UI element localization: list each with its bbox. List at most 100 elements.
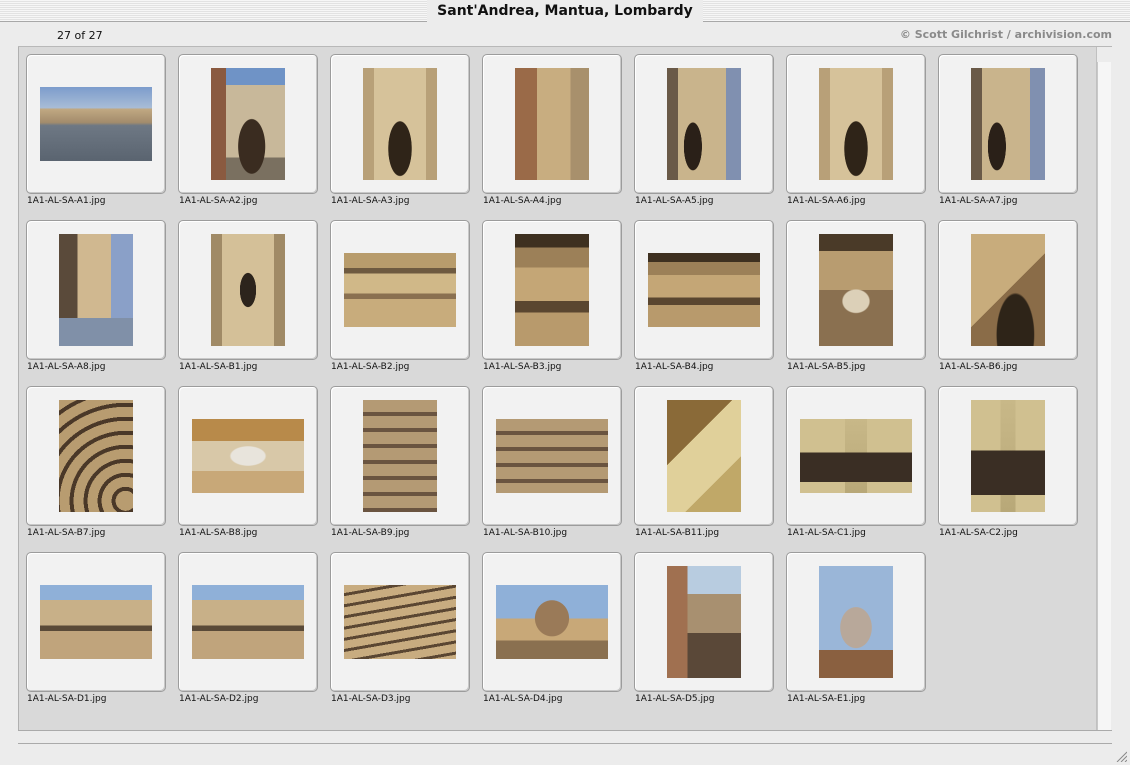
thumbnail-image[interactable]	[971, 68, 1045, 180]
thumbnail-image[interactable]	[40, 585, 152, 659]
slide-frame[interactable]	[330, 386, 470, 526]
slide-frame[interactable]	[938, 220, 1078, 360]
slide-frame[interactable]	[178, 552, 318, 692]
slide-frame[interactable]	[482, 220, 622, 360]
slide-frame[interactable]	[786, 552, 926, 692]
slide-frame[interactable]	[634, 386, 774, 526]
thumbnail-image[interactable]	[800, 419, 912, 493]
slide-frame[interactable]	[786, 220, 926, 360]
thumbnail-image[interactable]	[819, 234, 893, 346]
slide-frame[interactable]	[938, 386, 1078, 526]
slide-frame[interactable]	[482, 552, 622, 692]
thumbnail-image[interactable]	[59, 400, 133, 512]
thumbnail-image[interactable]	[971, 234, 1045, 346]
slide-frame[interactable]	[482, 386, 622, 526]
slide-frame[interactable]	[786, 54, 926, 194]
thumbnail-item[interactable]: 1A1-AL-SA-D4.jpg	[482, 552, 622, 712]
thumbnail-filename: 1A1-AL-SA-A8.jpg	[27, 362, 106, 372]
horizontal-scrollbar[interactable]	[18, 730, 1112, 744]
thumbnail-item[interactable]: 1A1-AL-SA-B11.jpg	[634, 386, 774, 546]
slide-frame[interactable]	[26, 552, 166, 692]
thumbnail-image[interactable]	[971, 400, 1045, 512]
thumbnail-item[interactable]: 1A1-AL-SA-A3.jpg	[330, 54, 470, 214]
thumbnail-item[interactable]: 1A1-AL-SA-B8.jpg	[178, 386, 318, 546]
thumbnail-filename: 1A1-AL-SA-B11.jpg	[635, 528, 720, 538]
thumbnail-item[interactable]: 1A1-AL-SA-B1.jpg	[178, 220, 318, 380]
slide-frame[interactable]	[178, 386, 318, 526]
thumbnail-filename: 1A1-AL-SA-B2.jpg	[331, 362, 410, 372]
thumbnail-item[interactable]: 1A1-AL-SA-A7.jpg	[938, 54, 1078, 214]
title-bar[interactable]: Sant'Andrea, Mantua, Lombardy	[0, 0, 1130, 22]
thumbnail-image[interactable]	[211, 234, 285, 346]
thumbnail-item[interactable]: 1A1-AL-SA-E1.jpg	[786, 552, 926, 712]
thumbnail-image[interactable]	[515, 68, 589, 180]
thumbnail-filename: 1A1-AL-SA-B6.jpg	[939, 362, 1018, 372]
thumbnail-item[interactable]: 1A1-AL-SA-D3.jpg	[330, 552, 470, 712]
thumbnail-item[interactable]: 1A1-AL-SA-B6.jpg	[938, 220, 1078, 380]
thumbnail-item[interactable]: 1A1-AL-SA-A5.jpg	[634, 54, 774, 214]
thumbnail-item[interactable]: 1A1-AL-SA-A4.jpg	[482, 54, 622, 214]
thumbnail-item[interactable]: 1A1-AL-SA-A2.jpg	[178, 54, 318, 214]
thumbnail-item[interactable]: 1A1-AL-SA-D1.jpg	[26, 552, 166, 712]
thumbnail-filename: 1A1-AL-SA-D1.jpg	[27, 694, 107, 704]
slide-frame[interactable]	[330, 552, 470, 692]
thumbnail-image[interactable]	[515, 234, 589, 346]
slide-frame[interactable]	[330, 54, 470, 194]
thumbnail-filename: 1A1-AL-SA-A1.jpg	[27, 196, 106, 206]
slide-frame[interactable]	[482, 54, 622, 194]
slide-frame[interactable]	[634, 54, 774, 194]
thumbnail-item[interactable]: 1A1-AL-SA-B5.jpg	[786, 220, 926, 380]
thumbnail-image[interactable]	[496, 419, 608, 493]
thumbnail-image[interactable]	[344, 585, 456, 659]
slide-frame[interactable]	[634, 220, 774, 360]
thumbnail-image[interactable]	[667, 400, 741, 512]
thumbnail-item[interactable]: 1A1-AL-SA-B2.jpg	[330, 220, 470, 380]
thumbnail-item[interactable]: 1A1-AL-SA-B7.jpg	[26, 386, 166, 546]
thumbnail-image[interactable]	[667, 68, 741, 180]
thumbnail-filename: 1A1-AL-SA-C2.jpg	[939, 528, 1018, 538]
slide-frame[interactable]	[938, 54, 1078, 194]
thumbnail-image[interactable]	[819, 68, 893, 180]
thumbnail-image[interactable]	[211, 68, 285, 180]
thumbnail-image[interactable]	[363, 400, 437, 512]
thumbnail-item[interactable]: 1A1-AL-SA-A1.jpg	[26, 54, 166, 214]
thumbnail-item[interactable]: 1A1-AL-SA-A8.jpg	[26, 220, 166, 380]
thumbnail-item[interactable]: 1A1-AL-SA-A6.jpg	[786, 54, 926, 214]
slide-frame[interactable]	[786, 386, 926, 526]
thumbnail-item[interactable]: 1A1-AL-SA-B3.jpg	[482, 220, 622, 380]
vertical-scrollbar[interactable]	[1097, 62, 1111, 730]
slide-frame[interactable]	[26, 220, 166, 360]
slide-frame[interactable]	[330, 220, 470, 360]
thumbnail-item[interactable]: 1A1-AL-SA-B9.jpg	[330, 386, 470, 546]
thumbnail-filename: 1A1-AL-SA-B5.jpg	[787, 362, 866, 372]
slide-frame[interactable]	[178, 54, 318, 194]
thumbnail-filename: 1A1-AL-SA-D2.jpg	[179, 694, 259, 704]
thumbnail-item[interactable]: 1A1-AL-SA-C2.jpg	[938, 386, 1078, 546]
thumbnail-image[interactable]	[819, 566, 893, 678]
thumbnail-filename: 1A1-AL-SA-B10.jpg	[483, 528, 568, 538]
thumbnail-image[interactable]	[192, 585, 304, 659]
thumbnail-item[interactable]: 1A1-AL-SA-B4.jpg	[634, 220, 774, 380]
thumbnail-image[interactable]	[59, 234, 133, 346]
thumbnail-image[interactable]	[667, 566, 741, 678]
slide-frame[interactable]	[26, 386, 166, 526]
thumbnail-filename: 1A1-AL-SA-A5.jpg	[635, 196, 714, 206]
thumbnail-item[interactable]: 1A1-AL-SA-B10.jpg	[482, 386, 622, 546]
thumbnail-filename: 1A1-AL-SA-A3.jpg	[331, 196, 410, 206]
thumbnail-image[interactable]	[496, 585, 608, 659]
slide-frame[interactable]	[26, 54, 166, 194]
thumbnail-filename: 1A1-AL-SA-B7.jpg	[27, 528, 106, 538]
thumbnail-image[interactable]	[648, 253, 760, 327]
thumbnail-image[interactable]	[40, 87, 152, 161]
thumbnail-image[interactable]	[344, 253, 456, 327]
thumbnail-filename: 1A1-AL-SA-B1.jpg	[179, 362, 258, 372]
thumbnail-item[interactable]: 1A1-AL-SA-D5.jpg	[634, 552, 774, 712]
thumbnail-image[interactable]	[192, 419, 304, 493]
copyright-text: © Scott Gilchrist / archivision.com	[899, 28, 1112, 41]
slide-frame[interactable]	[634, 552, 774, 692]
thumbnail-item[interactable]: 1A1-AL-SA-D2.jpg	[178, 552, 318, 712]
thumbnail-item[interactable]: 1A1-AL-SA-C1.jpg	[786, 386, 926, 546]
resize-grip-icon[interactable]	[1115, 750, 1127, 762]
slide-frame[interactable]	[178, 220, 318, 360]
thumbnail-image[interactable]	[363, 68, 437, 180]
